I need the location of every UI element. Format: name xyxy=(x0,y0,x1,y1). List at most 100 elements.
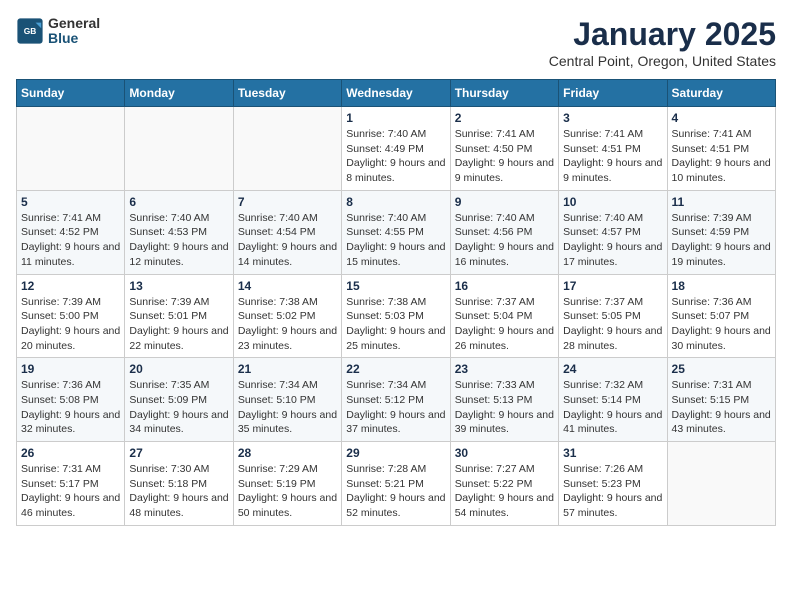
day-info: Sunrise: 7:37 AM Sunset: 5:05 PM Dayligh… xyxy=(563,295,662,354)
day-number: 13 xyxy=(129,279,228,293)
svg-text:GB: GB xyxy=(24,26,37,36)
calendar-cell: 1Sunrise: 7:40 AM Sunset: 4:49 PM Daylig… xyxy=(342,107,450,191)
day-info: Sunrise: 7:38 AM Sunset: 5:02 PM Dayligh… xyxy=(238,295,337,354)
day-info: Sunrise: 7:39 AM Sunset: 5:01 PM Dayligh… xyxy=(129,295,228,354)
day-info: Sunrise: 7:33 AM Sunset: 5:13 PM Dayligh… xyxy=(455,378,554,437)
calendar-cell: 20Sunrise: 7:35 AM Sunset: 5:09 PM Dayli… xyxy=(125,358,233,442)
calendar-cell: 2 Sunrise: 7:41 AM Sunset: 4:50 PM Daylig… xyxy=(450,107,558,191)
calendar-cell: 4 Sunrise: 7:41 AM Sunset: 4:51 PM Daylig… xyxy=(667,107,775,191)
calendar-cell: 14 Sunrise: 7:38 AM Sunset: 5:02 PM Dayli… xyxy=(233,274,341,358)
day-info: Sunrise: 7:34 AM Sunset: 5:10 PM Dayligh… xyxy=(238,378,337,437)
day-number: 31 xyxy=(563,446,662,460)
calendar-cell: 27Sunrise: 7:30 AM Sunset: 5:18 PM Dayli… xyxy=(125,442,233,526)
day-info: Sunrise: 7:35 AM Sunset: 5:09 PM Dayligh… xyxy=(129,378,228,437)
calendar-cell: 30Sunrise: 7:27 AM Sunset: 5:22 PM Dayli… xyxy=(450,442,558,526)
calendar-title: January 2025 xyxy=(549,16,776,53)
day-number: 22 xyxy=(346,362,445,376)
day-info: Sunrise: 7:31 AM Sunset: 5:15 PM Dayligh… xyxy=(672,378,771,437)
day-number: 17 xyxy=(563,279,662,293)
day-number: 8 xyxy=(346,195,445,209)
calendar-cell: 11 Sunrise: 7:39 AM Sunset: 4:59 PM Dayli… xyxy=(667,190,775,274)
day-number: 19 xyxy=(21,362,120,376)
calendar-cell: 31 Sunrise: 7:26 AM Sunset: 5:23 PM Dayli… xyxy=(559,442,667,526)
calendar-cell: 6 Sunrise: 7:40 AM Sunset: 4:53 PM Daylig… xyxy=(125,190,233,274)
day-number: 4 xyxy=(672,111,771,125)
calendar-cell: 22 Sunrise: 7:34 AM Sunset: 5:12 PM Dayli… xyxy=(342,358,450,442)
day-info: Sunrise: 7:41 AM Sunset: 4:50 PM Dayligh… xyxy=(455,127,554,186)
calendar-cell xyxy=(667,442,775,526)
day-header-monday: Monday xyxy=(125,80,233,107)
week-row-5: 26Sunrise: 7:31 AM Sunset: 5:17 PM Dayli… xyxy=(17,442,776,526)
calendar-cell: 19 Sunrise: 7:36 AM Sunset: 5:08 PM Dayli… xyxy=(17,358,125,442)
logo-general: General xyxy=(48,16,100,31)
day-info: Sunrise: 7:29 AM Sunset: 5:19 PM Dayligh… xyxy=(238,462,337,521)
calendar-cell xyxy=(125,107,233,191)
calendar-cell: 5Sunrise: 7:41 AM Sunset: 4:52 PM Daylig… xyxy=(17,190,125,274)
day-number: 6 xyxy=(129,195,228,209)
calendar-cell: 24Sunrise: 7:32 AM Sunset: 5:14 PM Dayli… xyxy=(559,358,667,442)
day-number: 2 xyxy=(455,111,554,125)
calendar-cell xyxy=(17,107,125,191)
day-number: 10 xyxy=(563,195,662,209)
calendar-cell: 25 Sunrise: 7:31 AM Sunset: 5:15 PM Dayli… xyxy=(667,358,775,442)
day-info: Sunrise: 7:40 AM Sunset: 4:57 PM Dayligh… xyxy=(563,211,662,270)
day-info: Sunrise: 7:39 AM Sunset: 5:00 PM Dayligh… xyxy=(21,295,120,354)
day-number: 21 xyxy=(238,362,337,376)
calendar-cell: 28Sunrise: 7:29 AM Sunset: 5:19 PM Dayli… xyxy=(233,442,341,526)
day-info: Sunrise: 7:41 AM Sunset: 4:51 PM Dayligh… xyxy=(672,127,771,186)
day-info: Sunrise: 7:26 AM Sunset: 5:23 PM Dayligh… xyxy=(563,462,662,521)
calendar-cell: 9 Sunrise: 7:40 AM Sunset: 4:56 PM Daylig… xyxy=(450,190,558,274)
day-info: Sunrise: 7:40 AM Sunset: 4:53 PM Dayligh… xyxy=(129,211,228,270)
day-number: 11 xyxy=(672,195,771,209)
day-number: 14 xyxy=(238,279,337,293)
logo: GB General Blue xyxy=(16,16,100,47)
calendar-cell: 7Sunrise: 7:40 AM Sunset: 4:54 PM Daylig… xyxy=(233,190,341,274)
day-info: Sunrise: 7:40 AM Sunset: 4:56 PM Dayligh… xyxy=(455,211,554,270)
logo-blue: Blue xyxy=(48,31,100,46)
calendar-cell: 17 Sunrise: 7:37 AM Sunset: 5:05 PM Dayli… xyxy=(559,274,667,358)
day-number: 23 xyxy=(455,362,554,376)
week-row-3: 12Sunrise: 7:39 AM Sunset: 5:00 PM Dayli… xyxy=(17,274,776,358)
day-number: 29 xyxy=(346,446,445,460)
day-header-wednesday: Wednesday xyxy=(342,80,450,107)
day-header-tuesday: Tuesday xyxy=(233,80,341,107)
day-number: 27 xyxy=(129,446,228,460)
day-info: Sunrise: 7:27 AM Sunset: 5:22 PM Dayligh… xyxy=(455,462,554,521)
day-info: Sunrise: 7:39 AM Sunset: 4:59 PM Dayligh… xyxy=(672,211,771,270)
calendar-cell: 21 Sunrise: 7:34 AM Sunset: 5:10 PM Dayli… xyxy=(233,358,341,442)
day-header-sunday: Sunday xyxy=(17,80,125,107)
day-number: 1 xyxy=(346,111,445,125)
calendar-cell: 18 Sunrise: 7:36 AM Sunset: 5:07 PM Dayli… xyxy=(667,274,775,358)
calendar-cell: 8Sunrise: 7:40 AM Sunset: 4:55 PM Daylig… xyxy=(342,190,450,274)
logo-icon: GB xyxy=(16,17,44,45)
day-info: Sunrise: 7:38 AM Sunset: 5:03 PM Dayligh… xyxy=(346,295,445,354)
day-info: Sunrise: 7:36 AM Sunset: 5:07 PM Dayligh… xyxy=(672,295,771,354)
calendar-header: SundayMondayTuesdayWednesdayThursdayFrid… xyxy=(17,80,776,107)
day-number: 25 xyxy=(672,362,771,376)
day-header-friday: Friday xyxy=(559,80,667,107)
day-info: Sunrise: 7:41 AM Sunset: 4:52 PM Dayligh… xyxy=(21,211,120,270)
day-number: 9 xyxy=(455,195,554,209)
calendar-subtitle: Central Point, Oregon, United States xyxy=(549,53,776,69)
day-info: Sunrise: 7:34 AM Sunset: 5:12 PM Dayligh… xyxy=(346,378,445,437)
calendar-cell: 26Sunrise: 7:31 AM Sunset: 5:17 PM Dayli… xyxy=(17,442,125,526)
day-info: Sunrise: 7:37 AM Sunset: 5:04 PM Dayligh… xyxy=(455,295,554,354)
day-info: Sunrise: 7:28 AM Sunset: 5:21 PM Dayligh… xyxy=(346,462,445,521)
calendar-cell: 15 Sunrise: 7:38 AM Sunset: 5:03 PM Dayli… xyxy=(342,274,450,358)
day-info: Sunrise: 7:41 AM Sunset: 4:51 PM Dayligh… xyxy=(563,127,662,186)
day-info: Sunrise: 7:36 AM Sunset: 5:08 PM Dayligh… xyxy=(21,378,120,437)
week-row-4: 19 Sunrise: 7:36 AM Sunset: 5:08 PM Dayli… xyxy=(17,358,776,442)
title-section: January 2025 Central Point, Oregon, Unit… xyxy=(549,16,776,69)
calendar-cell: 12Sunrise: 7:39 AM Sunset: 5:00 PM Dayli… xyxy=(17,274,125,358)
day-info: Sunrise: 7:40 AM Sunset: 4:54 PM Dayligh… xyxy=(238,211,337,270)
logo-text: General Blue xyxy=(48,16,100,47)
page-header: GB General Blue January 2025 Central Poi… xyxy=(16,16,776,69)
calendar-cell: 3 Sunrise: 7:41 AM Sunset: 4:51 PM Daylig… xyxy=(559,107,667,191)
day-number: 15 xyxy=(346,279,445,293)
day-number: 18 xyxy=(672,279,771,293)
day-number: 3 xyxy=(563,111,662,125)
calendar-body: 1Sunrise: 7:40 AM Sunset: 4:49 PM Daylig… xyxy=(17,107,776,526)
day-number: 16 xyxy=(455,279,554,293)
calendar-table: SundayMondayTuesdayWednesdayThursdayFrid… xyxy=(16,79,776,526)
day-header-thursday: Thursday xyxy=(450,80,558,107)
